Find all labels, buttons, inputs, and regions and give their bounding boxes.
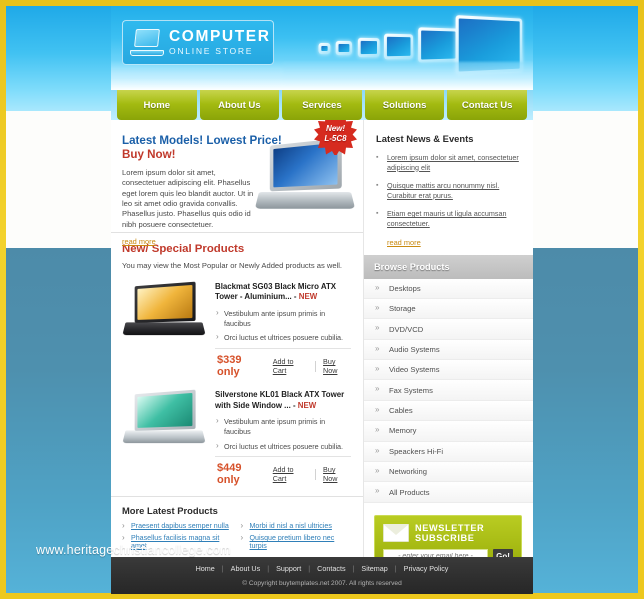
footer-link-contacts[interactable]: Contacts [317,564,345,573]
add-to-cart-link-2[interactable]: Add to Cart [273,465,308,483]
nav-item-home[interactable]: Home [117,90,197,120]
left-column: Latest Models! Lowest Price! Buy Now! Lo… [111,120,364,557]
product-price-1: $339 only [217,354,242,379]
browse-item-video-systems[interactable]: Video Systems [364,360,533,381]
footer-link-about-us[interactable]: About Us [231,564,261,573]
laptop-icon [130,29,164,56]
buy-row-separator [315,360,317,372]
more-product-link-1[interactable]: Praesent dapibus semper nulla [122,521,233,530]
buy-row-separator [315,468,317,480]
site-container: COMPUTER ONLINE STORE Home About Us Serv… [111,6,533,594]
page-content: Latest Models! Lowest Price! Buy Now! Lo… [111,120,533,557]
footer-link-home[interactable]: Home [196,564,215,573]
footer-separator: | [221,564,224,573]
logo-title: COMPUTER [169,27,271,45]
special-products-section: New/ Special Products You may view the M… [111,233,363,490]
nav-item-services[interactable]: Services [282,90,362,120]
product-image-2[interactable] [122,389,206,452]
product-price-2: $449 only [217,462,242,487]
add-to-cart-link-1[interactable]: Add to Cart [273,357,308,375]
product-features-2: Vestibulum ante ipsum primis in faucibus… [215,416,351,452]
product-row: Silverstone KL01 Black ATX Tower with Si… [122,382,351,486]
browse-item-desktops[interactable]: Desktops [364,278,533,299]
browse-item-cables[interactable]: Cables [364,400,533,422]
product-feature: Orci luctus et ultrices posuere cubilia. [215,441,351,452]
more-products-title: More Latest Products [122,505,218,517]
latest-news-title: Latest News & Events [376,133,474,144]
footer-link-privacy-policy[interactable]: Privacy Policy [404,564,449,573]
nav-item-about-us[interactable]: About Us [199,90,280,120]
logo-subtitle: ONLINE STORE [169,46,254,57]
product-name-1: Blackmat SG03 Black Micro ATX Tower - Al… [215,282,337,302]
newsletter-go-button[interactable]: Go! [493,548,513,557]
site-footer: Home | About Us | Support | Contacts | S… [111,557,533,594]
footer-separator: | [394,564,397,573]
new-product-badge: New! L-5C8 [314,120,357,155]
footer-separator: | [267,564,270,573]
browse-products-header: Browse Products [364,254,533,279]
nav-item-solutions[interactable]: Solutions [364,90,445,120]
latest-news-section: Latest News & Events Lorem ipsum dolor s… [364,120,533,255]
footer-separator: | [308,564,311,573]
product-title-1[interactable]: Blackmat SG03 Black Micro ATX Tower - Al… [215,282,351,303]
product-buy-row-1: $339 only Add to Cart Buy Now [215,348,351,378]
product-feature: Orci luctus et ultrices posuere cubilia. [215,332,351,343]
badge-line1: New! [325,124,346,133]
special-products-subtitle: You may view the Most Popular or Newly A… [122,261,343,270]
product-tag-1: NEW [298,292,318,302]
browse-item-fax-systems[interactable]: Fax Systems [364,380,533,401]
newsletter-title: NEWSLETTER SUBSCRIBE [415,522,485,543]
browse-products-list: Desktops Storage DVD/VCD Audio Systems V… [364,278,533,503]
news-item[interactable]: Lorem ipsum dolor sit amet, consectetuer… [376,153,522,172]
watermark-text: www.heritagechristiancollege.com [36,543,231,557]
product-name-2: Silverstone KL01 Black ATX Tower with Si… [215,390,345,410]
browse-item-dvd-vcd[interactable]: DVD/VCD [364,319,533,340]
product-feature: Vestibulum ante ipsum primis in faucibus [215,308,351,329]
footer-link-support[interactable]: Support [276,564,301,573]
promo-banner: Latest Models! Lowest Price! Buy Now! Lo… [111,120,363,246]
newsletter-box: NEWSLETTER SUBSCRIBE Go! [374,514,522,557]
product-features-1: Vestibulum ante ipsum primis in faucibus… [215,308,351,343]
product-tag-2: NEW [297,400,317,410]
product-buy-row-2: $449 only Add to Cart Buy Now [215,456,351,486]
news-item[interactable]: Quisque mattis arcu nonummy nisl. Curabi… [376,181,522,200]
monitor-icon-4 [357,37,380,58]
product-image-1[interactable] [122,281,206,344]
site-logo[interactable]: COMPUTER ONLINE STORE [122,20,274,65]
more-product-link-2[interactable]: Morbi id nisl a nisl ultricies [241,521,352,530]
badge-line2: L-5C8 [324,134,347,143]
browse-item-storage[interactable]: Storage [364,298,533,320]
latest-news-list: Lorem ipsum dolor sit amet, consectetuer… [376,153,522,229]
news-item[interactable]: Etiam eget mauris ut ligula accumsan con… [376,209,522,228]
footer-links: Home | About Us | Support | Contacts | S… [111,564,533,573]
monitor-icon-6 [318,42,331,55]
site-header: COMPUTER ONLINE STORE [111,6,533,90]
browse-item-speakers-hifi[interactable]: Speackers Hi-Fi [364,441,533,462]
product-title-2[interactable]: Silverstone KL01 Black ATX Tower with Si… [215,390,351,411]
browse-item-memory[interactable]: Memory [364,421,533,442]
footer-separator: | [352,564,355,573]
newsletter-form: Go! [383,548,513,557]
more-product-link-4[interactable]: Quisque pretium libero nec turpis [241,533,352,550]
product-feature: Vestibulum ante ipsum primis in faucibus [215,416,351,437]
buy-now-link-1[interactable]: Buy Now [323,357,351,375]
right-column: Latest News & Events Lorem ipsum dolor s… [364,120,533,557]
browse-item-networking[interactable]: Networking [364,461,533,483]
news-read-more-link[interactable]: read more [376,238,522,247]
nav-item-contact-us[interactable]: Contact Us [447,90,527,120]
monitor-icon-2 [418,27,459,63]
buy-now-link-2[interactable]: Buy Now [323,465,351,483]
monitor-icon-3 [384,33,414,60]
envelope-icon [383,523,409,542]
main-navigation: Home About Us Services Solutions Contact… [111,90,533,120]
monitor-icon-5 [335,40,353,56]
newsletter-email-input[interactable] [383,549,488,557]
banner-body-text: Lorem ipsum dolor sit amet, consectetuer… [122,168,254,229]
footer-copyright: © Copyright buytemplates.net 2007. All r… [242,580,402,587]
banner-read-more-link[interactable]: read more [122,237,156,246]
browse-item-audio-systems[interactable]: Audio Systems [364,339,533,361]
product-row: Blackmat SG03 Black Micro ATX Tower - Al… [122,274,351,378]
footer-link-sitemap[interactable]: Sitemap [361,564,387,573]
browse-item-all-products[interactable]: All Products [364,482,533,503]
